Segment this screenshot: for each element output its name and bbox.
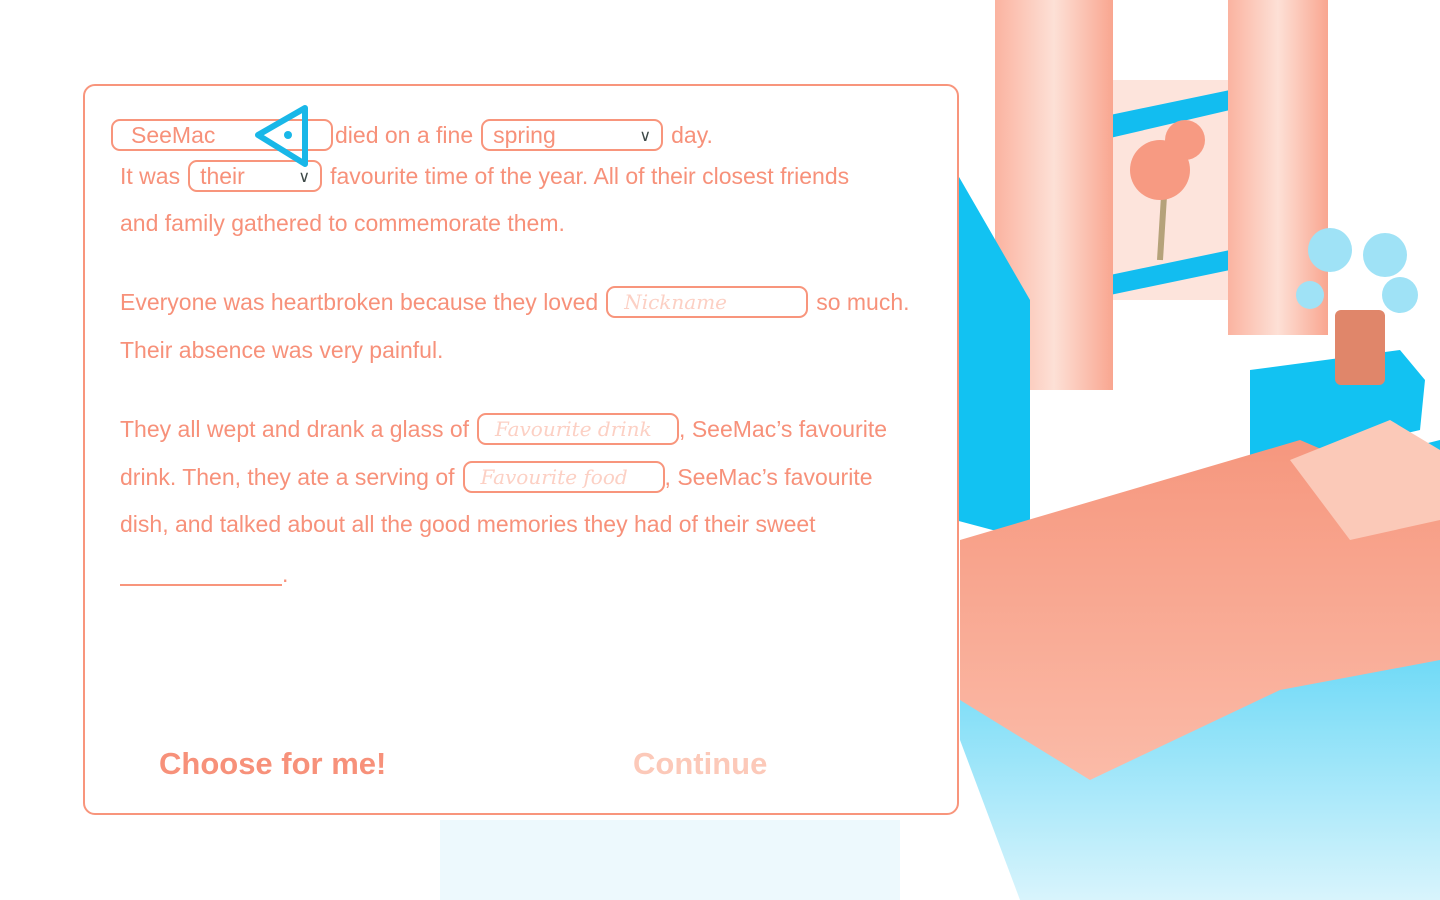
drink-input[interactable]: Favourite drink — [477, 413, 680, 445]
story-text: Their absence was very painful. — [120, 337, 444, 363]
drink-placeholder: Favourite drink — [495, 417, 652, 441]
season-value: spring — [493, 121, 556, 148]
continue-button[interactable]: Continue — [633, 746, 767, 782]
story-text: so much. — [816, 288, 910, 315]
story-text: Everyone was heartbroken because they lo… — [120, 288, 599, 315]
season-dropdown[interactable]: spring ∨ — [481, 119, 664, 151]
story-text: It was — [120, 162, 181, 189]
name-value: SeeMac — [131, 121, 216, 148]
story-text: drink. Then, they ate a serving of — [120, 463, 455, 490]
story-text: day. — [671, 121, 713, 148]
story-text: favourite time of the year. All of their… — [330, 162, 850, 189]
story-text: dish, and talked about all the good memo… — [120, 511, 816, 537]
choose-for-me-button[interactable]: Choose for me! — [159, 746, 386, 782]
food-input[interactable]: Favourite food — [462, 461, 665, 493]
vase — [1335, 310, 1385, 385]
cursor-pointer-icon — [255, 105, 308, 167]
story-text: , SeeMac’s favourite — [664, 463, 873, 490]
story-text: , SeeMac’s favourite — [679, 415, 888, 442]
story-text: and family gathered to commemorate them. — [120, 210, 565, 236]
story-text: died on a fine — [335, 121, 474, 148]
food-placeholder: Favourite food — [480, 465, 628, 489]
story-text: . — [282, 561, 289, 587]
chevron-down-icon: ∨ — [639, 128, 652, 145]
blank-field[interactable] — [120, 564, 282, 586]
nickname-placeholder: Nickname — [624, 290, 728, 314]
nickname-input[interactable]: Nickname — [606, 286, 809, 318]
pronoun-value: their — [200, 162, 245, 189]
story-card: SeeMac died on a fine spring ∨ day. It wa… — [83, 84, 959, 815]
story-text: They all wept and drank a glass of — [120, 415, 470, 442]
